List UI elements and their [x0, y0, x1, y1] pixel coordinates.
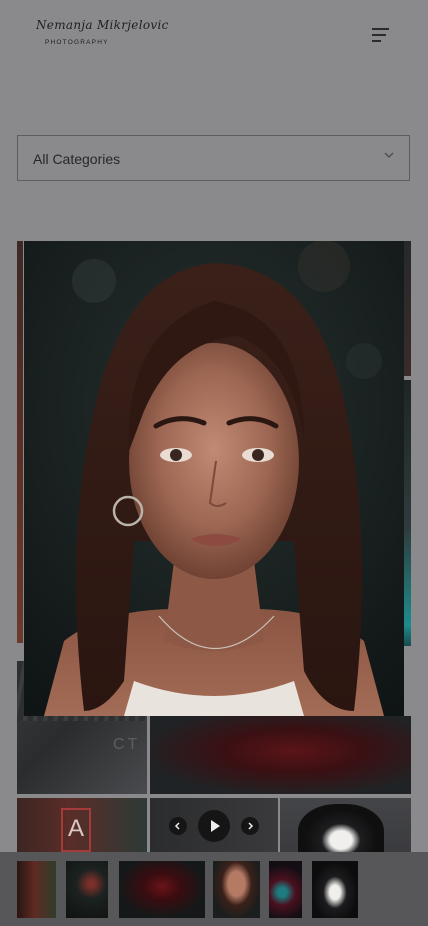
chevron-right-icon[interactable] — [241, 817, 259, 835]
gallery-tile[interactable] — [150, 716, 411, 794]
gallery-tile[interactable] — [404, 380, 411, 646]
site-header: Nemanja Mikrjelovic PHOTOGRAPHY — [0, 0, 428, 70]
chevron-left-icon[interactable] — [169, 817, 187, 835]
logo-subtitle: PHOTOGRAPHY — [45, 39, 109, 46]
gallery-tile[interactable] — [17, 241, 23, 643]
filmstrip-thumbnail[interactable] — [66, 861, 108, 918]
category-filter-select[interactable]: All Categories — [17, 135, 410, 181]
chevron-down-icon — [384, 152, 394, 158]
site-logo[interactable]: Nemanja Mikrjelovic PHOTOGRAPHY — [34, 18, 168, 50]
portrait-photo — [24, 241, 404, 716]
filmstrip-thumbnail[interactable] — [119, 861, 205, 918]
category-filter-value: All Categories — [33, 151, 121, 167]
gallery-tile[interactable]: A — [17, 798, 147, 853]
lightbox-controls — [150, 800, 278, 854]
filmstrip-thumbnail[interactable] — [17, 861, 56, 918]
filmstrip-thumbnail[interactable] — [269, 861, 302, 918]
lightbox-image[interactable] — [24, 241, 404, 716]
gallery-tile[interactable] — [280, 798, 411, 853]
gallery-tile[interactable] — [404, 241, 411, 376]
play-icon[interactable] — [198, 810, 230, 842]
filmstrip-thumbnail[interactable] — [312, 861, 358, 918]
logo-signature: Nemanja Mikrjelovic — [36, 18, 169, 32]
thumbnail-filmstrip — [0, 852, 428, 926]
filmstrip-thumbnail[interactable] — [213, 861, 260, 918]
hamburger-menu-icon[interactable] — [372, 26, 394, 44]
